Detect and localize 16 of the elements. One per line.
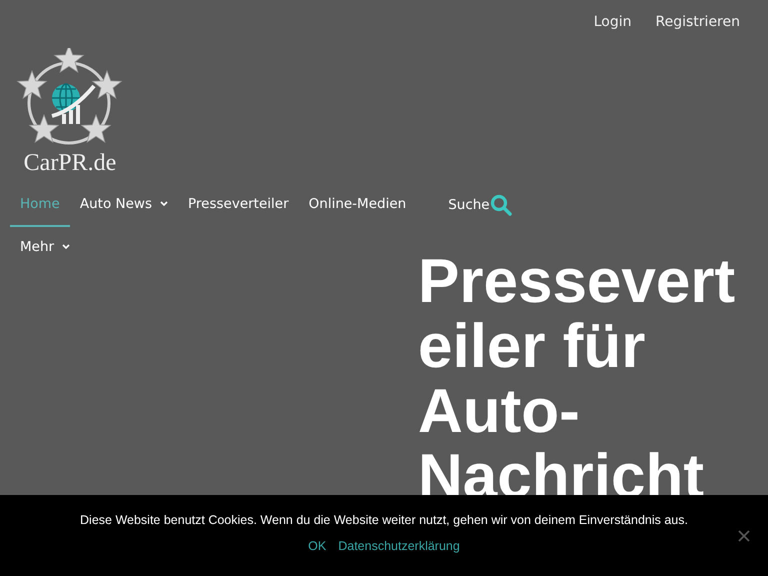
nav-item[interactable]: Presseverteiler — [178, 186, 299, 227]
header-link[interactable]: Registrieren — [656, 14, 740, 36]
nav-item[interactable]: Auto News — [70, 186, 178, 227]
close-icon[interactable] — [738, 530, 750, 542]
search-link[interactable]: Suche — [448, 194, 512, 220]
logo-text: CarPR.de — [24, 150, 116, 176]
search-icon — [490, 194, 512, 216]
header-link[interactable]: Login — [594, 14, 632, 36]
site-logo[interactable]: CarPR.de — [14, 48, 126, 176]
ok-link[interactable]: OK — [308, 539, 326, 553]
nav-item[interactable]: Online-Medien — [298, 186, 416, 227]
privacy-link[interactable]: Datenschutzerklärung — [338, 539, 460, 553]
chevron-down-icon — [160, 201, 168, 207]
nav-item[interactable]: Mehr — [10, 229, 418, 270]
chevron-down-icon — [62, 244, 70, 250]
cookie-text: Diese Website benutzt Cookies. Wenn du die Website weiter nutzt, gehen wir von deinem Einverständnis aus. — [79, 513, 689, 527]
